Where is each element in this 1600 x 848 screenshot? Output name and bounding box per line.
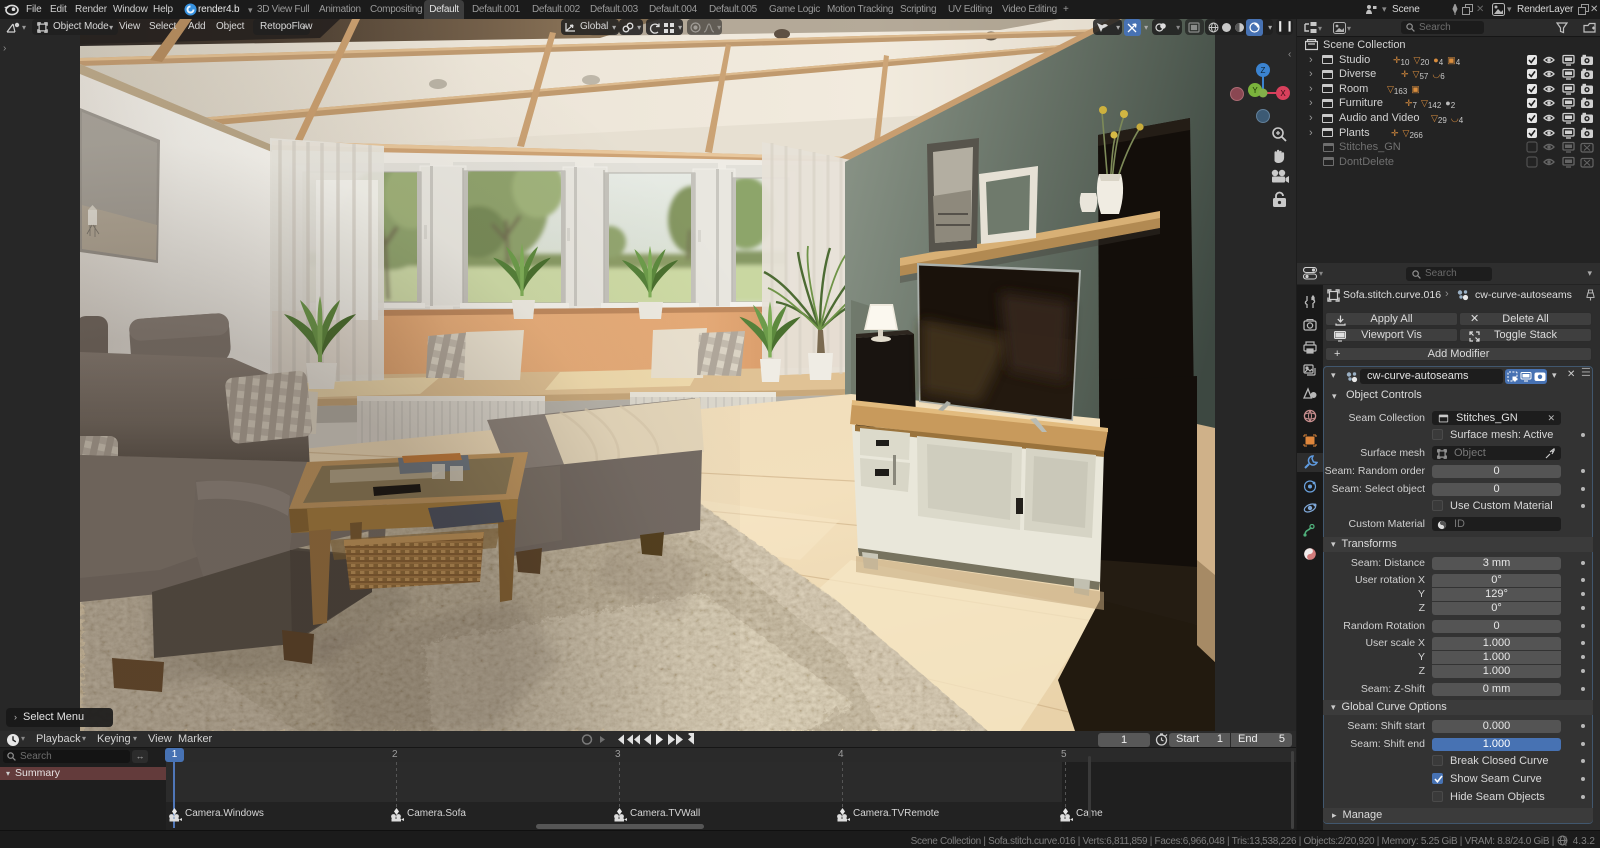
svg-text:Z: Z [1261, 66, 1266, 75]
svg-text:X: X [1280, 89, 1286, 98]
svg-text:Y: Y [1252, 86, 1258, 95]
